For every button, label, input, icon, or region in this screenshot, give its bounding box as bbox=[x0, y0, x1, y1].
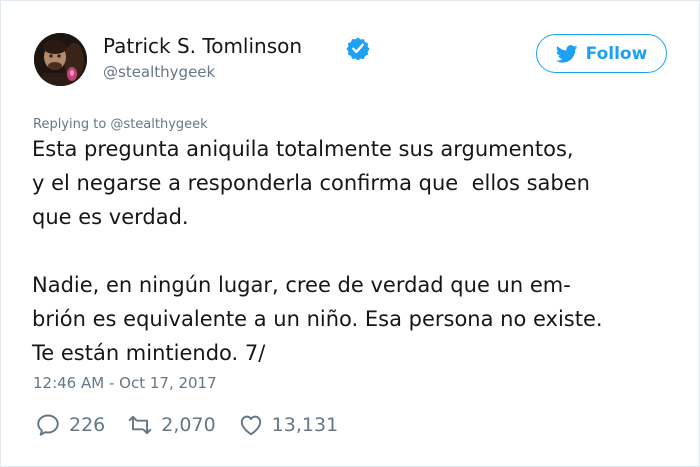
avatar[interactable] bbox=[34, 33, 87, 86]
follow-button[interactable]: Follow bbox=[536, 34, 667, 73]
avatar-image bbox=[34, 33, 87, 86]
tweet-text-line: Te están mintiendo. 7/ bbox=[32, 341, 266, 365]
tweet-text-line: y el negarse a responderla confirma que … bbox=[32, 171, 590, 195]
timestamp[interactable]: 12:46 AM - Oct 17, 2017 bbox=[33, 374, 217, 392]
reply-action[interactable]: 226 bbox=[35, 412, 105, 438]
reply-count: 226 bbox=[69, 414, 106, 436]
verified-badge-icon bbox=[346, 37, 370, 60]
heart-icon bbox=[240, 415, 261, 436]
tweet-text-line: brión es equivalente a un niño. Esa pers… bbox=[32, 307, 603, 331]
retweet-count: 2,070 bbox=[161, 414, 216, 436]
reply-context[interactable]: Replying to @stealthygeek bbox=[33, 117, 208, 132]
retweet-icon bbox=[128, 415, 152, 435]
tweet-text: Esta pregunta aniquila totalmente sus ar… bbox=[32, 132, 697, 370]
tweet-actions: 226 2,070 13,131 bbox=[35, 411, 360, 439]
screen-name[interactable]: @stealthygeek bbox=[103, 63, 215, 81]
tweet-text-line: Nadie, en ningún lugar, cree de verdad q… bbox=[32, 273, 571, 297]
tweet-text-line: que es verdad. bbox=[32, 205, 189, 229]
display-name[interactable]: Patrick S. Tomlinson bbox=[103, 34, 302, 58]
reply-icon bbox=[37, 414, 59, 436]
like-count: 13,131 bbox=[271, 414, 339, 436]
tweet-text-line: Esta pregunta aniquila totalmente sus ar… bbox=[32, 137, 574, 161]
retweet-action[interactable]: 2,070 bbox=[127, 412, 216, 438]
like-action[interactable]: 13,131 bbox=[238, 412, 338, 438]
follow-button-label: Follow bbox=[585, 43, 648, 64]
tweet-card: Patrick S. Tomlinson @stealthygeek Follo… bbox=[0, 0, 700, 467]
twitter-bird-icon bbox=[555, 44, 578, 63]
